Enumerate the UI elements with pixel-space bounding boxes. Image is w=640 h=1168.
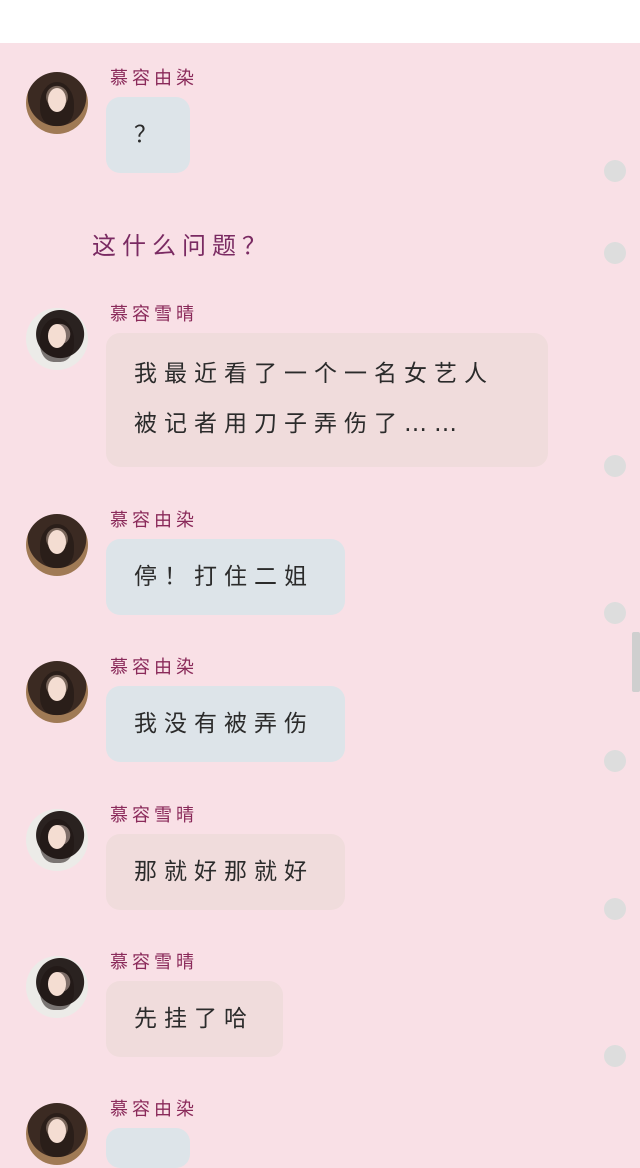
message-bubble[interactable]: 先挂了哈 xyxy=(106,981,283,1057)
read-status-dot-icon xyxy=(604,1045,626,1067)
read-status-dot-icon xyxy=(604,898,626,920)
message-text: 被记者用刀子弄伤了…… xyxy=(134,411,464,437)
read-status-dot-icon xyxy=(604,455,626,477)
sender-name: 慕容由染 xyxy=(110,68,198,89)
read-status-dot-icon xyxy=(604,602,626,624)
avatar[interactable] xyxy=(26,809,88,871)
sender-name: 慕容雪晴 xyxy=(110,805,198,826)
sender-name: 慕容由染 xyxy=(110,1099,198,1120)
message-text: 那就好那就好 xyxy=(134,859,314,885)
message-bubble[interactable] xyxy=(106,1128,190,1168)
avatar[interactable] xyxy=(26,956,88,1018)
message-bubble[interactable]: 我最近看了一个一名女艺人 被记者用刀子弄伤了…… xyxy=(106,333,548,467)
top-bar xyxy=(0,0,640,43)
message-text: 我最近看了一个一名女艺人 xyxy=(134,361,494,387)
avatar[interactable] xyxy=(26,514,88,576)
sender-name: 慕容雪晴 xyxy=(110,304,198,325)
message-bubble[interactable]: 停！打住二姐 xyxy=(106,539,345,615)
avatar[interactable] xyxy=(26,308,88,370)
message-bubble[interactable]: 我没有被弄伤 xyxy=(106,686,345,762)
sender-name: 慕容雪晴 xyxy=(110,952,198,973)
message-text: 这什么问题？ xyxy=(92,232,272,260)
scrollbar[interactable] xyxy=(632,632,640,692)
read-status-dot-icon xyxy=(604,750,626,772)
message-text: 停！打住二姐 xyxy=(134,564,314,590)
avatar[interactable] xyxy=(26,72,88,134)
message-bubble[interactable]: ？ xyxy=(106,97,190,173)
read-status-dot-icon xyxy=(604,160,626,182)
sender-name: 慕容由染 xyxy=(110,657,198,678)
read-status-dot-icon xyxy=(604,242,626,264)
avatar[interactable] xyxy=(26,1103,88,1165)
sender-name: 慕容由染 xyxy=(110,510,198,531)
message-text: 先挂了哈 xyxy=(134,1006,254,1032)
avatar[interactable] xyxy=(26,661,88,723)
message-text: ？ xyxy=(134,122,164,148)
message-text: 我没有被弄伤 xyxy=(134,711,314,737)
message-bubble[interactable]: 那就好那就好 xyxy=(106,834,345,910)
